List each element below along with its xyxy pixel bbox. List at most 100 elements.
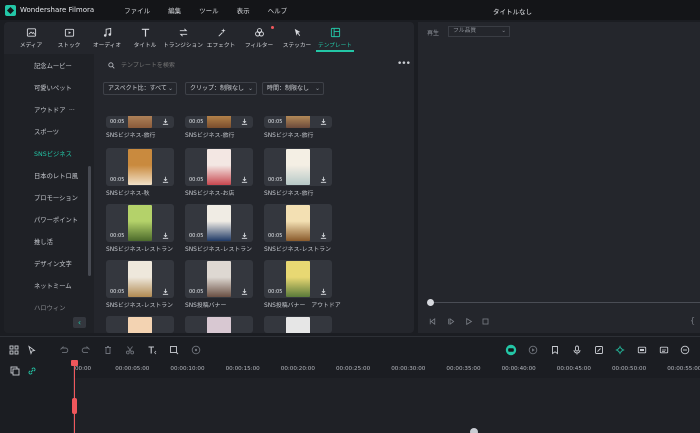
tab-filter[interactable]: フィルター: [240, 22, 278, 52]
download-icon[interactable]: [162, 176, 169, 183]
sidebar-item-design-text[interactable]: デザイン文字: [34, 259, 72, 268]
sidebar-scrollbar[interactable]: [88, 166, 91, 276]
download-icon[interactable]: [241, 232, 248, 239]
template-card[interactable]: 00:05: [264, 148, 332, 186]
playhead-line[interactable]: [74, 360, 75, 433]
select-tool-icon[interactable]: [27, 345, 37, 355]
template-card[interactable]: 00:05: [264, 260, 332, 298]
tab-audio[interactable]: オーディオ: [88, 22, 126, 52]
template-label: SNSビジネス-レストラン: [106, 247, 174, 253]
template-card[interactable]: 00:05: [264, 116, 332, 128]
timeline-tick-label: 00:00:15:00: [225, 366, 260, 372]
tab-title[interactable]: タイトル: [126, 22, 164, 52]
ai-assistant-icon[interactable]: [505, 344, 517, 356]
template-card[interactable]: [106, 316, 174, 333]
timeline-toolbar: [0, 336, 700, 362]
preview-progress-knob[interactable]: [427, 299, 434, 306]
template-card[interactable]: 00:05: [185, 148, 253, 186]
template-card[interactable]: 00:05: [106, 116, 174, 128]
template-card[interactable]: 00:05: [106, 204, 174, 242]
add-track-icon[interactable]: [10, 366, 20, 376]
play-circle-icon[interactable]: [528, 345, 538, 355]
undo-icon[interactable]: [59, 345, 69, 355]
play-icon[interactable]: [464, 317, 473, 326]
template-card[interactable]: [185, 316, 253, 333]
quality-select[interactable]: フル品質 ⌄: [448, 26, 510, 37]
template-thumbnail: [128, 116, 152, 128]
preview-progress-track[interactable]: [430, 302, 700, 303]
color-palette-icon[interactable]: [191, 345, 201, 355]
tab-stock[interactable]: ストック: [50, 22, 88, 52]
sidebar-item-sns-business[interactable]: SNSビジネス: [34, 149, 72, 158]
timeline-track-area[interactable]: [0, 378, 700, 433]
redo-icon[interactable]: [81, 345, 91, 355]
sidebar-item-pets[interactable]: 可愛いペット: [34, 83, 72, 92]
mark-in-icon[interactable]: {: [690, 316, 695, 325]
text-tool-icon[interactable]: [147, 345, 157, 355]
template-card[interactable]: 00:05: [264, 204, 332, 242]
download-icon[interactable]: [241, 288, 248, 295]
delete-icon[interactable]: [103, 345, 113, 355]
cut-icon[interactable]: [125, 345, 135, 355]
sidebar-item-outdoor[interactable]: アウトドア: [34, 105, 65, 114]
timeline-ruler[interactable]: 00:00 00:00:05:00 00:00:10:00 00:00:15:00 00…: [0, 362, 700, 378]
template-card[interactable]: [264, 316, 332, 333]
sidebar-item-sports[interactable]: スポーツ: [34, 127, 59, 136]
duration-filter[interactable]: 時間：制限なし ⌄: [262, 82, 324, 95]
stop-icon[interactable]: [481, 317, 490, 326]
aspect-ratio-filter[interactable]: アスペクト比：すべて ⌄: [103, 82, 177, 95]
auto-ripple-icon[interactable]: [615, 345, 625, 355]
template-thumbnail: [286, 116, 310, 128]
crop-icon[interactable]: [169, 345, 179, 355]
playhead-handle[interactable]: [71, 360, 78, 366]
download-icon[interactable]: [320, 288, 327, 295]
tab-template[interactable]: テンプレート: [316, 22, 354, 52]
sidebar-item-powerpoint[interactable]: パワーポイント: [34, 215, 78, 224]
layout-grid-icon[interactable]: [9, 345, 19, 355]
template-card[interactable]: 00:05: [185, 260, 253, 298]
collapse-sidebar-button[interactable]: ‹: [73, 317, 86, 328]
snapshot-icon[interactable]: [637, 345, 647, 355]
tab-sticker[interactable]: ステッカー: [278, 22, 316, 52]
tab-effect[interactable]: エフェクト: [202, 22, 240, 52]
search-input[interactable]: [121, 61, 291, 69]
more-options-icon[interactable]: •••: [397, 59, 411, 69]
download-icon[interactable]: [320, 232, 327, 239]
sidebar-item-anniversary[interactable]: 記念ムービー: [34, 61, 72, 70]
template-card[interactable]: 00:05: [106, 148, 174, 186]
voiceover-icon[interactable]: [594, 345, 604, 355]
sidebar-item-japan-retro[interactable]: 日本のレトロ風: [34, 171, 78, 180]
download-icon[interactable]: [162, 232, 169, 239]
play-backward-icon[interactable]: [446, 317, 455, 326]
menu-help[interactable]: ヘルプ: [268, 5, 288, 15]
download-icon[interactable]: [320, 118, 327, 125]
microphone-icon[interactable]: [572, 345, 582, 355]
previous-frame-icon[interactable]: [428, 317, 437, 326]
sidebar-item-net-meme[interactable]: ネットミーム: [34, 281, 72, 290]
menu-edit[interactable]: 編集: [168, 5, 181, 15]
menu-view[interactable]: 表示: [237, 5, 250, 15]
download-icon[interactable]: [241, 176, 248, 183]
template-card[interactable]: 00:05: [106, 260, 174, 298]
download-icon[interactable]: [320, 176, 327, 183]
link-icon[interactable]: [27, 366, 37, 376]
menu-file[interactable]: ファイル: [124, 5, 150, 15]
tab-transition[interactable]: トランジション: [163, 22, 203, 52]
sidebar-item-halloween[interactable]: ハロウィン: [34, 303, 65, 312]
tab-media[interactable]: メディア: [12, 22, 50, 52]
subtitle-icon[interactable]: [659, 345, 669, 355]
template-card[interactable]: 00:05: [185, 204, 253, 242]
sidebar-item-promotion[interactable]: プロモーション: [34, 193, 78, 202]
template-duration: 00:05: [268, 233, 283, 239]
sidebar-item-oshikatsu[interactable]: 推し活: [34, 237, 53, 246]
download-icon[interactable]: [162, 118, 169, 125]
zoom-out-icon[interactable]: [680, 345, 690, 355]
download-icon[interactable]: [162, 288, 169, 295]
template-card[interactable]: 00:05: [185, 116, 253, 128]
timeline-scroll-knob[interactable]: [470, 428, 478, 433]
clip-filter[interactable]: クリップ：制限なし ⌄: [185, 82, 257, 95]
download-icon[interactable]: [241, 118, 248, 125]
marker-icon[interactable]: [550, 345, 560, 355]
menu-tools[interactable]: ツール: [199, 5, 219, 15]
playhead-grip[interactable]: [72, 398, 77, 414]
